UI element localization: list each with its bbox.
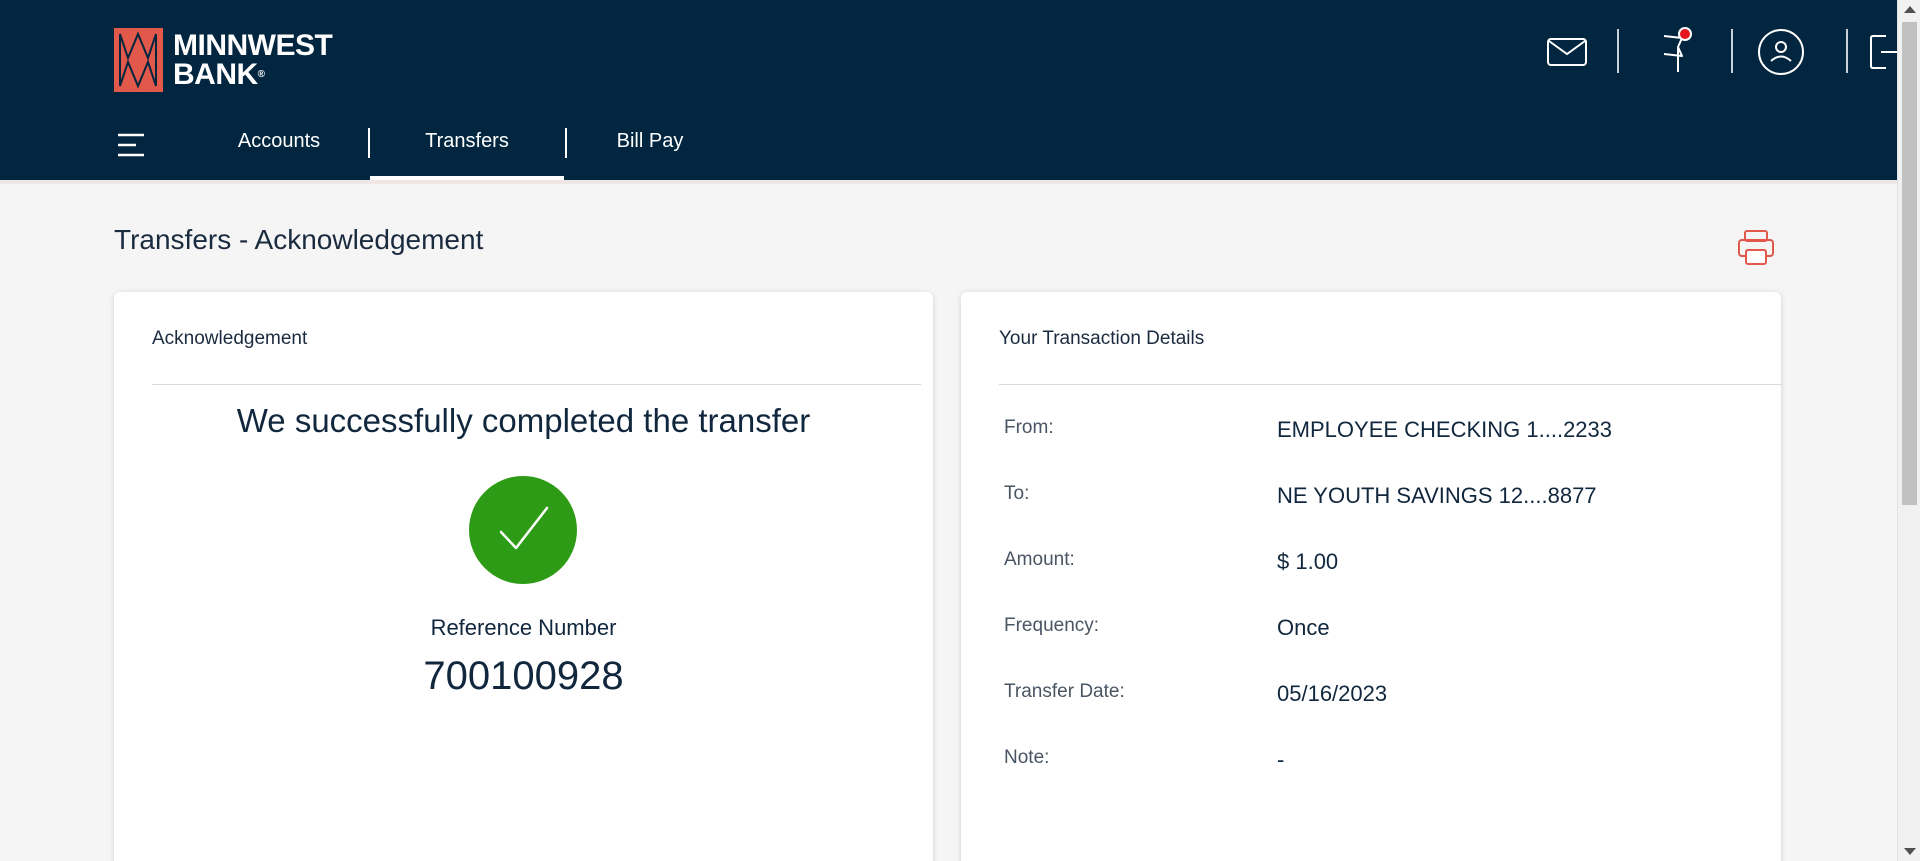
menu-icon[interactable] <box>116 130 148 160</box>
detail-label: Amount: <box>1004 549 1075 570</box>
header-accent-strip <box>0 180 1897 184</box>
notification-badge <box>1678 27 1692 41</box>
detail-value: $ 1.00 <box>1277 549 1339 574</box>
detail-label: Frequency: <box>1004 615 1100 636</box>
header-divider <box>1617 29 1619 73</box>
detail-value: 05/16/2023 <box>1277 681 1388 706</box>
detail-row-from: From: EMPLOYEE CHECKING 1....2233 <box>1004 417 1764 447</box>
nav-divider <box>565 128 567 158</box>
card-heading: Your Transaction Details <box>999 328 1205 349</box>
main-nav: Accounts Transfers Bill Pay <box>0 118 1897 180</box>
scroll-thumb[interactable] <box>1902 22 1917 505</box>
page-title: Transfers - Acknowledgement <box>114 224 484 255</box>
logo-mark-icon <box>114 28 163 92</box>
detail-row-frequency: Frequency: Once <box>1004 615 1764 645</box>
card-divider <box>999 384 1781 385</box>
reference-label: Reference Number <box>430 615 617 640</box>
nav-item-transfers[interactable]: Transfers <box>370 118 564 180</box>
detail-label: Note: <box>1004 747 1050 768</box>
success-check-icon <box>469 476 577 584</box>
detail-value: - <box>1277 747 1285 772</box>
detail-label: From: <box>1004 417 1054 438</box>
registered-mark: ® <box>257 69 265 80</box>
profile-icon[interactable] <box>1755 26 1807 78</box>
bank-name-line2: BANK <box>173 58 258 91</box>
detail-row-amount: Amount: $ 1.00 <box>1004 549 1764 579</box>
header-actions <box>1477 26 1908 78</box>
transaction-details-card: Your Transaction Details From: EMPLOYEE … <box>961 292 1781 861</box>
bank-logo[interactable]: MINNWEST BANK® <box>114 28 333 92</box>
detail-row-note: Note: - <box>1004 747 1764 777</box>
detail-row-transfer-date: Transfer Date: 05/16/2023 <box>1004 681 1764 711</box>
detail-value: Once <box>1277 615 1330 640</box>
card-heading: Acknowledgement <box>152 328 308 349</box>
bank-name-line1: MINNWEST <box>173 29 333 62</box>
success-message: We successfully completed the transfer <box>236 402 811 439</box>
detail-label: To: <box>1004 483 1030 504</box>
detail-value: NE YOUTH SAVINGS 12....8877 <box>1277 483 1597 508</box>
scroll-down-icon[interactable] <box>1904 848 1916 855</box>
nav-item-accounts[interactable]: Accounts <box>214 118 344 180</box>
card-divider <box>152 384 921 385</box>
detail-row-to: To: NE YOUTH SAVINGS 12....8877 <box>1004 483 1764 513</box>
header-divider <box>1846 29 1848 73</box>
detail-label: Transfer Date: <box>1004 681 1125 702</box>
vertical-scrollbar[interactable] <box>1897 0 1920 861</box>
print-icon[interactable] <box>1736 228 1776 268</box>
nav-item-bill-pay[interactable]: Bill Pay <box>590 118 710 180</box>
header-divider <box>1731 29 1733 73</box>
detail-value: EMPLOYEE CHECKING 1....2233 <box>1277 417 1613 442</box>
reference-number: 700100928 <box>423 654 624 698</box>
flag-icon[interactable] <box>1647 26 1699 78</box>
scroll-up-icon[interactable] <box>1904 6 1916 13</box>
top-header: MINNWEST BANK® Accounts Transfers Bill P… <box>0 0 1908 180</box>
acknowledgement-card: Acknowledgement We successfully complete… <box>114 292 933 861</box>
mail-icon[interactable] <box>1541 26 1593 78</box>
bank-name: MINNWEST BANK® <box>173 29 333 91</box>
